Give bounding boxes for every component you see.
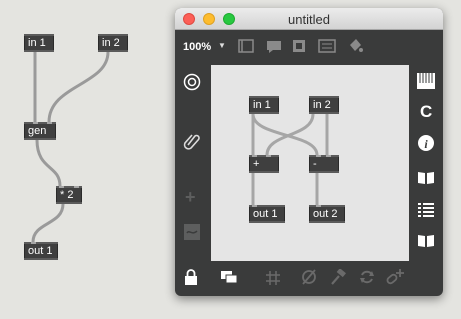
canvas-object-out2[interactable]: out 2 (309, 205, 345, 223)
refresh-icon[interactable] (359, 269, 375, 285)
presentation-icon[interactable] (238, 39, 254, 53)
patch-object-in2-label: in 2 (102, 37, 120, 49)
inlet[interactable] (59, 186, 64, 188)
outlet[interactable] (60, 202, 65, 204)
patch-object-multiply[interactable]: * 2 (56, 186, 82, 204)
inlet[interactable] (316, 205, 321, 207)
outlet[interactable] (107, 50, 112, 52)
patch-object-out1-label: out 1 (28, 245, 53, 257)
chevron-down-icon: ▼ (218, 41, 226, 50)
canvas-object-minus-label: - (313, 158, 317, 170)
zoom-menu[interactable]: 100% ▼ (175, 30, 230, 60)
outlet[interactable] (316, 171, 321, 173)
inlet[interactable] (316, 155, 321, 157)
canvas-object-out2-label: out 2 (313, 208, 338, 220)
patch-object-gen[interactable]: gen (24, 122, 56, 140)
signal-icon[interactable] (184, 224, 200, 240)
gen-window[interactable]: untitled 100% ▼ + C i in 1 in 2 + - out … (175, 8, 443, 296)
inlet[interactable] (252, 155, 257, 157)
inlet[interactable] (74, 186, 79, 188)
empty-set-icon[interactable] (301, 269, 317, 285)
canvas-object-plus[interactable]: + (249, 155, 279, 173)
c-icon[interactable]: C (420, 102, 432, 122)
code-icon[interactable] (318, 39, 336, 53)
patch-object-gen-label: gen (28, 125, 47, 137)
windows-icon[interactable] (220, 270, 238, 284)
window-title: untitled (288, 12, 330, 27)
canvas-object-in1[interactable]: in 1 (249, 96, 279, 114)
patch-object-out1[interactable]: out 1 (24, 242, 58, 260)
reference-book-icon[interactable] (417, 234, 435, 248)
outlet[interactable] (252, 171, 257, 173)
canvas-object-minus[interactable]: - (309, 155, 339, 173)
inlet[interactable] (266, 155, 271, 157)
inlet[interactable] (326, 155, 331, 157)
outlet[interactable] (312, 112, 317, 114)
window-titlebar[interactable]: untitled (175, 8, 443, 30)
top-toolbar: 100% ▼ (175, 30, 443, 60)
film-icon[interactable] (292, 39, 306, 53)
info-icon-glyph: i (424, 137, 428, 151)
plus-icon[interactable]: + (185, 188, 196, 206)
outlet[interactable] (252, 112, 257, 114)
grid-icon[interactable] (417, 73, 435, 89)
lock-icon[interactable] (184, 269, 198, 285)
inlet[interactable] (31, 242, 36, 244)
canvas-object-out1-label: out 1 (253, 208, 278, 220)
inlet[interactable] (252, 205, 257, 207)
patch-object-multiply-label: * 2 (60, 189, 74, 201)
patcher-canvas[interactable]: in 1 in 2 + - out 1 out 2 (211, 65, 409, 261)
outlet[interactable] (47, 138, 52, 140)
inlet[interactable] (33, 122, 38, 124)
grid-toggle-icon[interactable] (265, 270, 281, 286)
inlet[interactable] (47, 122, 52, 124)
canvas-object-in2-label: in 2 (313, 99, 331, 111)
book-icon[interactable] (417, 171, 435, 185)
canvas-object-in2[interactable]: in 2 (309, 96, 339, 114)
comment-icon[interactable] (266, 40, 282, 54)
hammer-icon[interactable] (330, 269, 346, 285)
add-patch-icon[interactable] (385, 268, 405, 286)
patch-object-in2[interactable]: in 2 (98, 34, 128, 52)
paint-bucket-icon[interactable] (347, 38, 363, 54)
info-icon[interactable]: i (418, 135, 434, 151)
canvas-object-in1-label: in 1 (253, 99, 271, 111)
zoom-level: 100% (183, 41, 212, 53)
list-icon[interactable] (418, 202, 434, 218)
patch-object-in1[interactable]: in 1 (24, 34, 54, 52)
outlet[interactable] (33, 50, 38, 52)
outlet[interactable] (33, 138, 38, 140)
patch-object-in1-label: in 1 (28, 37, 46, 49)
canvas-object-plus-label: + (253, 158, 260, 170)
target-icon[interactable] (183, 73, 201, 91)
paperclip-icon[interactable] (183, 132, 201, 150)
canvas-object-out1[interactable]: out 1 (249, 205, 285, 223)
